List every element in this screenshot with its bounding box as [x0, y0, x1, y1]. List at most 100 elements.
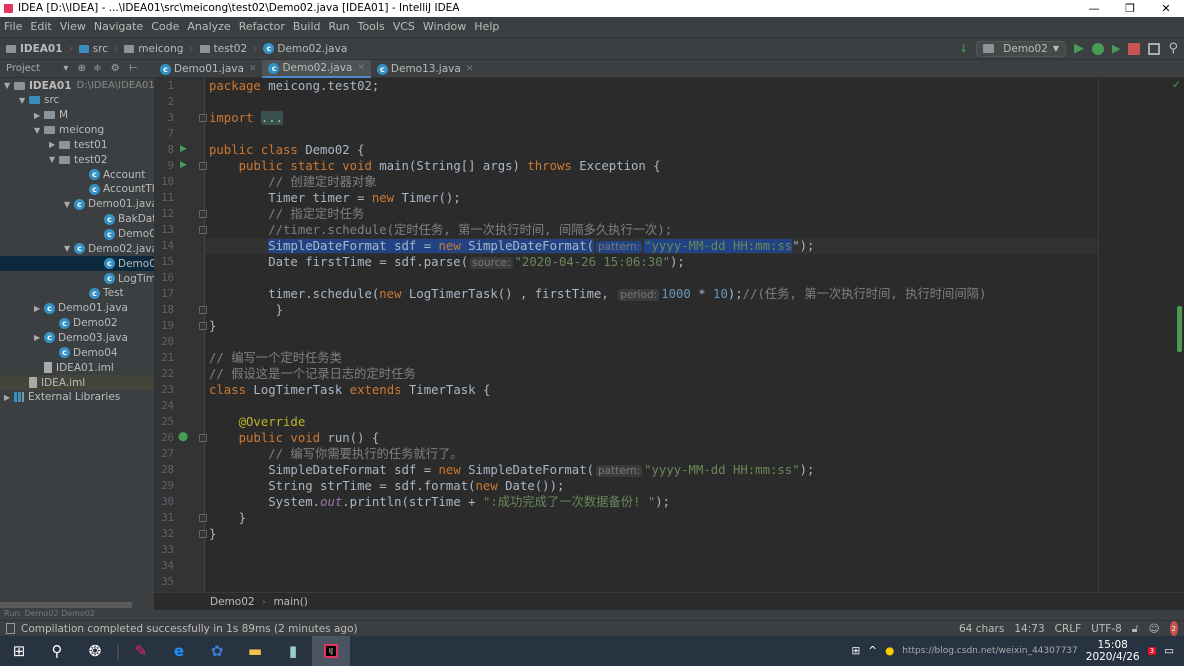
menu-analyze[interactable]: Analyze [187, 17, 230, 37]
fold-marker-icon[interactable] [199, 226, 207, 234]
search-icon[interactable]: ⚲ [1168, 41, 1178, 56]
status-message[interactable]: Compilation completed successfully in 1s… [21, 621, 358, 636]
close-icon[interactable]: ✕ [466, 64, 474, 74]
tab-demo13[interactable]: c Demo13.java ✕ [371, 60, 479, 78]
baidu-icon[interactable]: ✿ [198, 636, 236, 666]
breadcrumb-src[interactable]: src › [78, 43, 118, 55]
editor-scrollbar[interactable] [1177, 306, 1182, 352]
code-line[interactable]: String strTime = sdf.format(new Date()); [209, 478, 564, 494]
menu-window[interactable]: Window [423, 17, 466, 37]
start-windows-icon[interactable]: ⊞ [0, 636, 38, 666]
code-line[interactable]: class LogTimerTask extends TimerTask { [209, 382, 490, 398]
lock-icon[interactable]: 🔓︎ [1132, 621, 1139, 636]
code-line[interactable]: import ... [209, 110, 284, 126]
collapse-arrow-icon[interactable]: ▶ [34, 333, 44, 342]
menu-file[interactable]: File [4, 17, 22, 37]
project-structure-icon[interactable] [1148, 42, 1161, 55]
gear-icon[interactable]: ⚙ [111, 63, 120, 74]
collapse-arrow-icon[interactable]: ▶ [34, 111, 44, 120]
tree-item[interactable]: cDemo02 [0, 316, 154, 331]
override-gutter-icon[interactable]: ⬤ [178, 432, 188, 442]
input-method-icon[interactable]: ⊞ [851, 645, 860, 657]
fold-marker-icon[interactable] [199, 322, 207, 330]
fold-marker-icon[interactable] [199, 114, 207, 122]
code-line[interactable]: package meicong.test02; [209, 78, 379, 94]
tab-demo02[interactable]: c Demo02.java ✕ [262, 60, 371, 78]
locate-icon[interactable]: ⊕ [78, 63, 86, 74]
code-line[interactable]: public static void main(String[] args) t… [209, 158, 661, 174]
code-line[interactable]: timer.schedule(new LogTimerTask() , firs… [209, 286, 986, 302]
code-line[interactable]: //timer.schedule(定时任务, 第一次执行时间, 间隔多久执行一次… [209, 222, 672, 238]
notification-count-badge[interactable]: 3 [1147, 647, 1157, 655]
tree-item[interactable]: ▼ IDEA01 D:\IDEA\IDEA01 [0, 78, 154, 93]
run-icon[interactable]: ▶ [1074, 41, 1084, 56]
tray-app-icon[interactable]: ● [885, 645, 894, 657]
close-button[interactable]: ✕ [1148, 0, 1184, 17]
action-center-icon[interactable]: ▭ [1164, 645, 1174, 657]
project-tree-scrollbar[interactable] [0, 602, 132, 608]
code-line[interactable]: } [209, 302, 283, 318]
tree-item[interactable]: IDEA01.iml [0, 360, 154, 375]
stop-icon[interactable] [1128, 42, 1141, 55]
fold-marker-icon[interactable] [199, 306, 207, 314]
expand-arrow-icon[interactable]: ▼ [4, 81, 14, 90]
breadcrumb-class[interactable]: Demo02 [210, 596, 255, 608]
run-configuration-select[interactable]: Demo02 ▼ [976, 40, 1066, 57]
tree-item[interactable]: ▼ test02 [0, 152, 154, 167]
fold-marker-icon[interactable] [199, 210, 207, 218]
tree-item[interactable]: ▼ c Demo01.java [0, 197, 154, 212]
notifications-badge[interactable]: 2 [1169, 621, 1178, 636]
run-tool-tabs[interactable]: Run: Demo02 Demo02 [4, 610, 95, 618]
code-line[interactable]: System.out.println(strTime + ":成功完成了一次数据… [209, 494, 670, 510]
close-icon[interactable]: ✕ [357, 63, 365, 73]
collapse-all-icon[interactable]: ≑ [93, 63, 101, 74]
menu-tools[interactable]: Tools [358, 17, 385, 37]
menu-run[interactable]: Run [329, 17, 350, 37]
show-hidden-icons[interactable]: ^ [868, 645, 877, 657]
tree-item[interactable]: cLogTimer [0, 271, 154, 286]
tree-item[interactable]: cDemo01 [0, 227, 154, 242]
tree-item[interactable]: cDemo02 [0, 256, 154, 272]
tree-item[interactable]: ▶ c Demo01.java [0, 301, 154, 316]
menu-view[interactable]: View [60, 17, 86, 37]
run-gutter-icon[interactable]: ▶ [180, 160, 187, 170]
menu-vcs[interactable]: VCS [393, 17, 415, 37]
tree-item[interactable]: ▶ M [0, 108, 154, 123]
expand-arrow-icon[interactable]: ▼ [34, 126, 44, 135]
project-panel-label[interactable]: Project [6, 63, 40, 74]
tree-item[interactable]: ▼ c Demo02.java [0, 241, 154, 256]
collapse-arrow-icon[interactable]: ▶ [34, 304, 44, 313]
search-icon[interactable]: ⚲ [38, 636, 76, 666]
close-icon[interactable]: ✕ [249, 64, 257, 74]
tree-item[interactable]: ▶ External Libraries [0, 390, 154, 405]
notes-app-icon[interactable]: ▮ [274, 636, 312, 666]
tree-item[interactable]: c Test [0, 286, 154, 301]
intellij-taskbar-icon[interactable]: IJ [312, 636, 350, 666]
app-icon[interactable]: ❂ [76, 636, 114, 666]
hide-icon[interactable]: ⊢ [129, 63, 138, 74]
fold-marker-icon[interactable] [199, 434, 207, 442]
collapse-arrow-icon[interactable]: ▶ [4, 393, 14, 402]
code-line[interactable]: @Override [209, 414, 306, 430]
tree-item[interactable]: ▶ c Demo03.java [0, 330, 154, 345]
menu-refactor[interactable]: Refactor [239, 17, 285, 37]
minimize-button[interactable]: — [1076, 0, 1112, 17]
paint-app-icon[interactable]: ✎ [122, 636, 160, 666]
fold-marker-icon[interactable] [199, 162, 207, 170]
code-line[interactable]: } [209, 318, 216, 334]
code-line[interactable]: } [209, 526, 216, 542]
fold-marker-icon[interactable] [199, 514, 207, 522]
menu-edit[interactable]: Edit [30, 17, 51, 37]
chevron-down-icon[interactable]: ▾ [63, 63, 68, 74]
code-line[interactable]: // 创建定时器对象 [209, 174, 376, 190]
tree-item[interactable]: ▶ test01 [0, 137, 154, 152]
edge-browser-icon[interactable]: e [160, 636, 198, 666]
build-icon[interactable]: ↓ [959, 42, 968, 55]
tree-item[interactable]: c Demo04 [0, 345, 154, 360]
maximize-button[interactable]: ❐ [1112, 0, 1148, 17]
code-line[interactable]: } [209, 510, 246, 526]
clock[interactable]: 15:08 2020/4/26 [1086, 639, 1140, 663]
tree-item[interactable]: ▼ meicong [0, 123, 154, 138]
menu-build[interactable]: Build [293, 17, 321, 37]
breadcrumb-file[interactable]: c Demo02.java [263, 43, 347, 55]
